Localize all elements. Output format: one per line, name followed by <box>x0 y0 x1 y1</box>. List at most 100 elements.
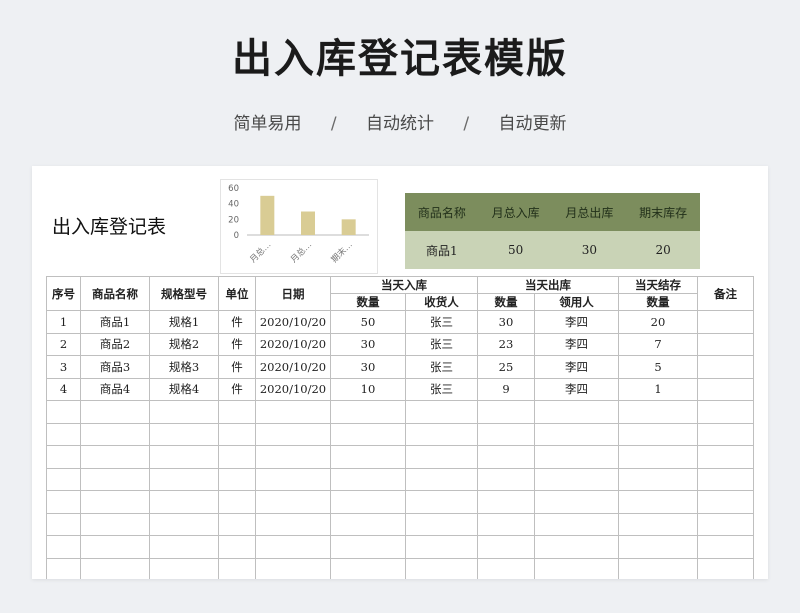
table-cell[interactable] <box>80 490 150 514</box>
table-cell[interactable] <box>534 490 619 514</box>
table-cell[interactable] <box>255 490 331 514</box>
table-cell[interactable]: 2020/10/20 <box>255 377 331 401</box>
table-cell[interactable]: 李四 <box>534 355 619 379</box>
table-cell[interactable]: 23 <box>477 332 535 356</box>
table-cell[interactable] <box>218 490 256 514</box>
table-cell[interactable] <box>618 467 698 491</box>
table-cell[interactable]: 李四 <box>534 377 619 401</box>
table-cell[interactable] <box>477 535 535 559</box>
table-cell[interactable] <box>618 557 698 579</box>
table-cell[interactable] <box>149 557 219 579</box>
table-cell[interactable]: 规格1 <box>149 310 219 334</box>
summary-cell[interactable]: 30 <box>552 231 627 269</box>
table-cell[interactable] <box>697 535 754 559</box>
table-cell[interactable] <box>534 467 619 491</box>
table-cell[interactable] <box>46 400 81 424</box>
table-cell[interactable] <box>218 422 256 446</box>
table-cell[interactable]: 30 <box>330 332 406 356</box>
table-cell[interactable]: 1 <box>618 377 698 401</box>
table-cell[interactable] <box>330 557 406 579</box>
summary-cell[interactable]: 20 <box>626 231 700 269</box>
table-cell[interactable] <box>477 400 535 424</box>
table-cell[interactable] <box>697 445 754 469</box>
table-cell[interactable] <box>46 535 81 559</box>
table-cell[interactable] <box>46 512 81 536</box>
table-cell[interactable] <box>218 400 256 424</box>
table-cell[interactable] <box>477 512 535 536</box>
table-cell[interactable]: 李四 <box>534 310 619 334</box>
table-cell[interactable] <box>477 445 535 469</box>
table-cell[interactable] <box>46 490 81 514</box>
table-cell[interactable] <box>618 400 698 424</box>
table-cell[interactable] <box>255 557 331 579</box>
table-cell[interactable] <box>697 490 754 514</box>
table-cell[interactable] <box>405 467 478 491</box>
table-cell[interactable]: 4 <box>46 377 81 401</box>
table-cell[interactable] <box>405 557 478 579</box>
table-cell[interactable] <box>405 535 478 559</box>
table-cell[interactable]: 件 <box>218 355 256 379</box>
table-cell[interactable]: 商品1 <box>80 310 150 334</box>
table-cell[interactable]: 2020/10/20 <box>255 355 331 379</box>
table-cell[interactable] <box>80 400 150 424</box>
table-cell[interactable] <box>534 445 619 469</box>
table-cell[interactable]: 张三 <box>405 310 478 334</box>
table-cell[interactable] <box>149 535 219 559</box>
table-cell[interactable] <box>618 445 698 469</box>
table-cell[interactable] <box>618 490 698 514</box>
table-cell[interactable] <box>149 422 219 446</box>
table-cell[interactable] <box>534 400 619 424</box>
table-cell[interactable] <box>477 490 535 514</box>
table-cell[interactable] <box>149 445 219 469</box>
table-cell[interactable] <box>46 445 81 469</box>
table-cell[interactable] <box>255 535 331 559</box>
table-cell[interactable]: 规格2 <box>149 332 219 356</box>
table-cell[interactable] <box>697 467 754 491</box>
table-cell[interactable] <box>80 445 150 469</box>
table-cell[interactable]: 30 <box>477 310 535 334</box>
table-cell[interactable] <box>218 445 256 469</box>
table-cell[interactable]: 7 <box>618 332 698 356</box>
table-cell[interactable]: 规格3 <box>149 355 219 379</box>
table-cell[interactable] <box>80 467 150 491</box>
table-cell[interactable]: 张三 <box>405 355 478 379</box>
table-cell[interactable]: 2020/10/20 <box>255 332 331 356</box>
table-cell[interactable] <box>80 422 150 446</box>
table-cell[interactable]: 25 <box>477 355 535 379</box>
table-cell[interactable] <box>149 467 219 491</box>
table-cell[interactable] <box>330 445 406 469</box>
summary-cell[interactable]: 50 <box>478 231 553 269</box>
table-cell[interactable] <box>534 557 619 579</box>
table-cell[interactable] <box>618 535 698 559</box>
table-cell[interactable] <box>405 422 478 446</box>
table-cell[interactable] <box>405 445 478 469</box>
table-cell[interactable] <box>218 467 256 491</box>
table-cell[interactable] <box>697 355 754 379</box>
table-cell[interactable]: 10 <box>330 377 406 401</box>
table-cell[interactable]: 3 <box>46 355 81 379</box>
table-cell[interactable]: 件 <box>218 332 256 356</box>
table-cell[interactable]: 9 <box>477 377 535 401</box>
table-cell[interactable] <box>255 422 331 446</box>
table-cell[interactable] <box>330 535 406 559</box>
table-cell[interactable] <box>697 422 754 446</box>
table-cell[interactable] <box>405 512 478 536</box>
table-cell[interactable]: 1 <box>46 310 81 334</box>
table-cell[interactable] <box>534 512 619 536</box>
table-cell[interactable] <box>149 490 219 514</box>
table-cell[interactable] <box>218 535 256 559</box>
table-cell[interactable] <box>46 557 81 579</box>
table-cell[interactable]: 20 <box>618 310 698 334</box>
table-cell[interactable] <box>477 557 535 579</box>
table-cell[interactable] <box>255 445 331 469</box>
table-cell[interactable] <box>405 400 478 424</box>
table-cell[interactable]: 50 <box>330 310 406 334</box>
table-cell[interactable] <box>534 535 619 559</box>
table-cell[interactable] <box>477 467 535 491</box>
table-cell[interactable] <box>218 512 256 536</box>
table-cell[interactable]: 商品2 <box>80 332 150 356</box>
table-cell[interactable] <box>330 490 406 514</box>
table-cell[interactable] <box>80 535 150 559</box>
table-cell[interactable]: 2 <box>46 332 81 356</box>
table-cell[interactable]: 件 <box>218 377 256 401</box>
